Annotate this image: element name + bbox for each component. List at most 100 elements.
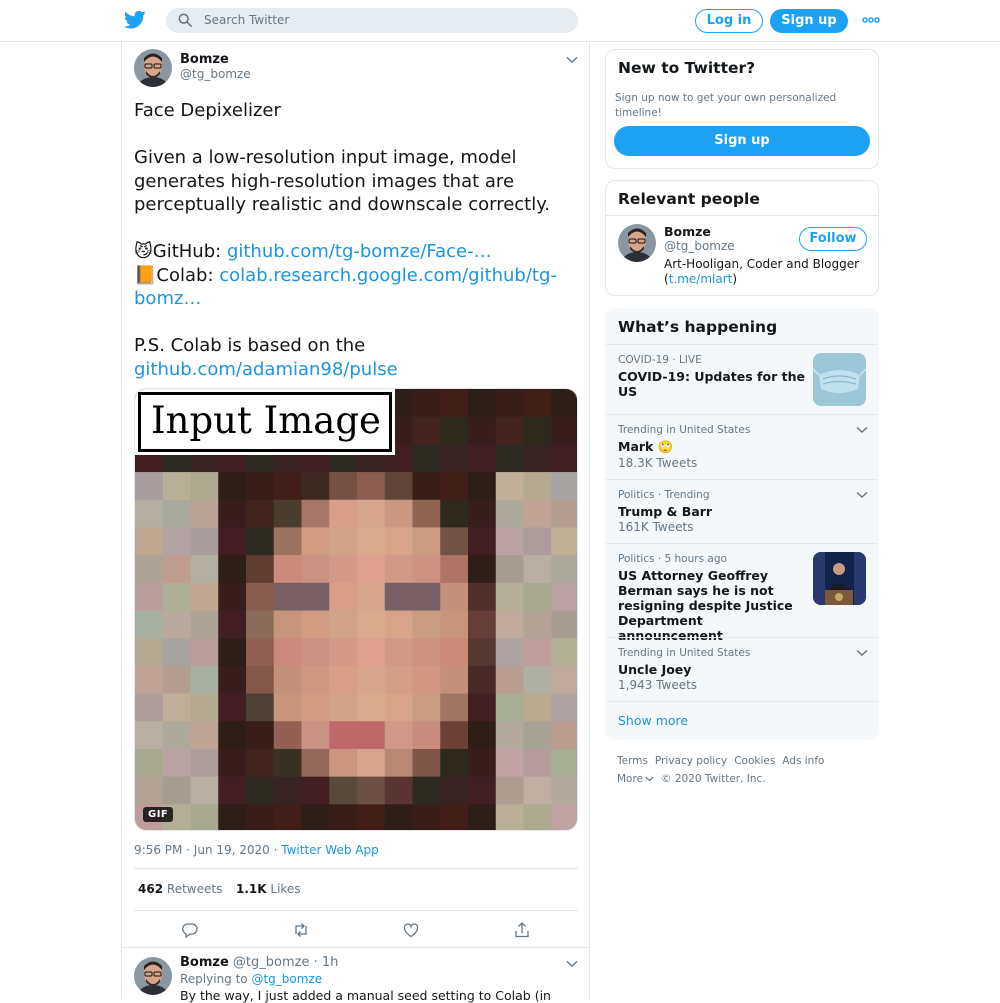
share-icon[interactable]	[513, 921, 531, 939]
ps-text: P.S. Colab is based on the	[134, 335, 366, 356]
colab-prefix: 📙Colab:	[134, 264, 220, 286]
trend-context: Trending in United States	[618, 647, 751, 659]
chevron-down-icon	[645, 776, 654, 782]
whats-happening-card: What’s happening COVID-19 · LIVE COVID-1…	[605, 308, 879, 740]
tweet-stats: 462 Retweets 1.1K Likes	[134, 868, 578, 911]
colab-line: 📙Colab: colab.research.google.com/github…	[134, 264, 574, 311]
reply-author-name: Bomze	[180, 955, 229, 970]
search-input[interactable]: Search Twitter	[204, 13, 289, 27]
search-icon	[178, 13, 192, 27]
trend-title: Uncle Joey	[618, 662, 692, 677]
author-handle[interactable]: @tg_bomze	[180, 67, 251, 81]
replying-prefix: Replying to	[180, 972, 252, 986]
reply-avatar[interactable]	[134, 957, 172, 995]
likes-stat[interactable]: 1.1K Likes	[236, 882, 301, 896]
tweet-text: Face Depixelizer Given a low-resolution …	[134, 99, 574, 381]
trend-title: Mark 🙄	[618, 439, 674, 454]
retweets-stat[interactable]: 462 Retweets	[138, 882, 222, 896]
bio-link[interactable]: t.me/mlart	[669, 272, 733, 286]
footer-terms[interactable]: Terms	[617, 755, 648, 767]
login-button[interactable]: Log in	[695, 9, 763, 33]
replying-to: Replying to @tg_bomze	[180, 972, 322, 986]
sidebar-signup-button[interactable]: Sign up	[614, 126, 870, 156]
new-to-twitter-card: New to Twitter? Sign up now to get your …	[605, 49, 879, 169]
trend-context: Trending in United States	[618, 424, 751, 436]
reply-text: By the way, I just added a manual seed s…	[180, 988, 551, 1003]
footer-copyright: © 2020 Twitter, Inc.	[661, 773, 766, 785]
new-to-twitter-title: New to Twitter?	[618, 59, 756, 77]
trend-title: Trump & Barr	[618, 504, 713, 519]
trend-count: 161K Tweets	[618, 520, 694, 534]
input-image-label: Input Image	[135, 389, 395, 455]
likes-label: Likes	[270, 882, 301, 896]
signup-button[interactable]: Sign up	[770, 9, 848, 33]
twitter-bird-icon[interactable]	[124, 10, 146, 30]
retweet-icon[interactable]	[292, 921, 310, 939]
reply-icon[interactable]	[181, 921, 199, 939]
reply-author[interactable]: Bomze @tg_bomze · 1h	[180, 955, 338, 970]
relevant-handle[interactable]: @tg_bomze	[664, 239, 735, 253]
footer-more[interactable]: More	[617, 773, 654, 785]
trend-thumbnail-mask	[813, 353, 866, 406]
retweets-count: 462	[138, 882, 164, 896]
replying-handle[interactable]: @tg_bomze	[251, 972, 322, 986]
chevron-down-icon[interactable]	[566, 960, 578, 968]
tweet-actions	[134, 912, 578, 948]
trend-context: Politics · Trending	[618, 489, 710, 501]
footer-more-label: More	[617, 773, 644, 785]
trend-thumbnail-podium	[813, 552, 866, 605]
chevron-down-icon[interactable]	[856, 649, 868, 657]
tweet-media-gif[interactable]: Input Image GIF	[134, 388, 578, 831]
trend-context: Politics · 5 hours ago	[618, 553, 727, 565]
author-name[interactable]: Bomze	[180, 52, 229, 67]
tweet-body: Given a low-resolution input image, mode…	[134, 147, 551, 215]
trend-item[interactable]: COVID-19 · LIVE COVID-19: Updates for th…	[606, 344, 878, 414]
tweet-title: Face Depixelizer	[134, 100, 281, 121]
chevron-down-icon[interactable]	[856, 426, 868, 434]
follow-button[interactable]: Follow	[799, 227, 867, 251]
pulse-link[interactable]: github.com/adamian98/pulse	[134, 359, 398, 380]
trend-context: COVID-19 · LIVE	[618, 354, 702, 366]
footer: Terms Privacy policy Cookies Ads info More ©…	[617, 752, 877, 788]
trend-count: 1,943 Tweets	[618, 678, 698, 692]
new-to-twitter-subtitle: Sign up now to get your own personalized…	[615, 92, 837, 119]
avatar[interactable]	[134, 49, 172, 87]
footer-ads[interactable]: Ads info	[782, 755, 824, 767]
divider	[122, 947, 589, 948]
retweets-label: Retweets	[166, 882, 223, 896]
trend-item[interactable]: Trending in United States Uncle Joey 1,9…	[606, 637, 878, 701]
gif-badge: GIF	[143, 807, 174, 822]
github-line: 😼GitHub: github.com/tg-bomze/Face-…	[134, 240, 574, 264]
search-bar[interactable]: Search Twitter	[166, 8, 578, 33]
trend-count: 18.3K Tweets	[618, 456, 698, 470]
footer-cookies[interactable]: Cookies	[734, 755, 775, 767]
tweet-source[interactable]: Twitter Web App	[281, 843, 378, 857]
footer-privacy[interactable]: Privacy policy	[655, 755, 727, 767]
trend-title: COVID-19: Updates for the US	[618, 369, 805, 399]
more-options-icon[interactable]	[862, 13, 880, 27]
relevant-bio: Art-Hooligan, Coder and Blogger (t.me/ml…	[664, 257, 874, 287]
trend-title: US Attorney Geoffrey Berman says he is n…	[618, 568, 793, 643]
like-icon[interactable]	[402, 921, 420, 939]
tweet-timestamp: 9:56 PM · Jun 19, 2020 · Twitter Web App	[134, 843, 379, 857]
github-link[interactable]: github.com/tg-bomze/Face-…	[227, 241, 492, 262]
relevant-people-card: Relevant people Bomze @tg_bomze Follow A…	[605, 180, 879, 296]
reply-author-meta: @tg_bomze · 1h	[232, 955, 339, 970]
tweet-time[interactable]: 9:56 PM · Jun 19, 2020 ·	[134, 843, 281, 857]
show-more-link[interactable]: Show more	[618, 713, 688, 728]
tweet-column: Bomze @tg_bomze Face Depixelizer Given a…	[121, 42, 590, 1003]
relevant-people-title: Relevant people	[618, 190, 760, 208]
pixelated-face-image	[135, 389, 577, 830]
whats-happening-title: What’s happening	[618, 318, 778, 336]
bio-suffix: )	[732, 272, 738, 286]
trend-item[interactable]: Politics · Trending Trump & Barr 161K Tw…	[606, 479, 878, 543]
trend-item[interactable]: Politics · 5 hours ago US Attorney Geoff…	[606, 543, 878, 643]
relevant-avatar[interactable]	[618, 224, 656, 262]
chevron-down-icon[interactable]	[566, 56, 578, 64]
trend-item[interactable]: Trending in United States Mark 🙄 18.3K T…	[606, 414, 878, 479]
relevant-name[interactable]: Bomze	[664, 224, 711, 239]
likes-count: 1.1K	[236, 882, 267, 896]
top-bar: Search Twitter Log in Sign up	[0, 0, 1000, 42]
chevron-down-icon[interactable]	[856, 491, 868, 499]
github-prefix: 😼GitHub:	[134, 241, 227, 262]
